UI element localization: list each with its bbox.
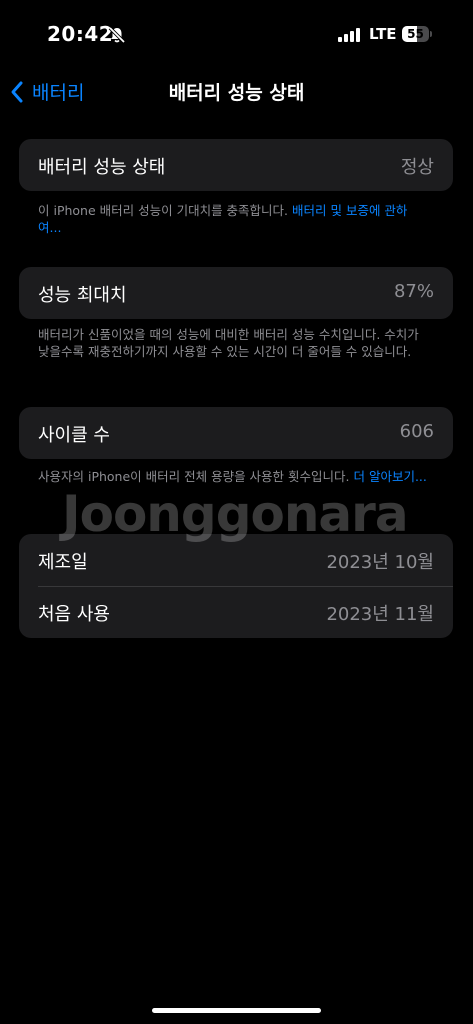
cycle-count-description: 사용자의 iPhone이 배터리 전체 용량을 사용한 횟수입니다.: [38, 469, 354, 484]
first-use-label: 처음 사용: [38, 604, 110, 625]
first-use-value: 2023년 11월: [326, 604, 434, 625]
battery-health-card: 배터리 성능 상태 정상: [19, 139, 453, 191]
cycle-count-footnote: 사용자의 iPhone이 배터리 전체 용량을 사용한 횟수입니다. 더 알아보…: [38, 468, 430, 485]
network-type: LTE: [369, 25, 397, 43]
cycle-count-label: 사이클 수: [38, 425, 110, 446]
manufacture-date-value: 2023년 10월: [326, 552, 434, 573]
maximum-capacity-label: 성능 최대치: [38, 285, 127, 306]
learn-more-link[interactable]: 더 알아보기...: [353, 469, 426, 484]
home-indicator[interactable]: [152, 1008, 321, 1013]
battery-health-footnote: 이 iPhone 배터리 성능이 기대치를 충족합니다. 배터리 및 보증에 관…: [38, 202, 430, 236]
maximum-capacity-footnote: 배터리가 신품이었을 때의 성능에 대비한 배터리 성능 수치입니다. 수치가 …: [38, 327, 419, 359]
maximum-capacity-row: 성능 최대치 87%: [19, 267, 453, 319]
battery-level: 55: [407, 27, 424, 41]
dates-card: 제조일 2023년 10월 처음 사용 2023년 11월: [19, 534, 453, 638]
navigation-bar: 배터리 배터리 성능 상태: [0, 70, 473, 114]
battery-icon: 55: [402, 26, 433, 42]
first-use-row: 처음 사용 2023년 11월: [19, 586, 453, 638]
battery-health-row: 배터리 성능 상태 정상: [19, 139, 453, 191]
battery-health-value: 정상: [400, 157, 434, 178]
maximum-capacity-card: 성능 최대치 87%: [19, 267, 453, 319]
status-bar: 20:42 LTE 55: [0, 0, 473, 60]
cellular-signal-icon: [338, 28, 360, 42]
cycle-count-value: 606: [399, 421, 434, 442]
status-time: 20:42: [47, 22, 114, 46]
silent-bell-icon: [108, 26, 126, 44]
page-title: 배터리 성능 상태: [168, 82, 305, 104]
manufacture-date-label: 제조일: [38, 552, 88, 573]
battery-health-description: 이 iPhone 배터리 성능이 기대치를 충족합니다.: [38, 203, 293, 218]
watermark: Joonggonara: [62, 485, 409, 543]
maximum-capacity-value: 87%: [393, 281, 434, 302]
battery-health-label: 배터리 성능 상태: [38, 157, 166, 178]
cycle-count-row: 사이클 수 606: [19, 407, 453, 459]
cycle-count-card: 사이클 수 606: [19, 407, 453, 459]
